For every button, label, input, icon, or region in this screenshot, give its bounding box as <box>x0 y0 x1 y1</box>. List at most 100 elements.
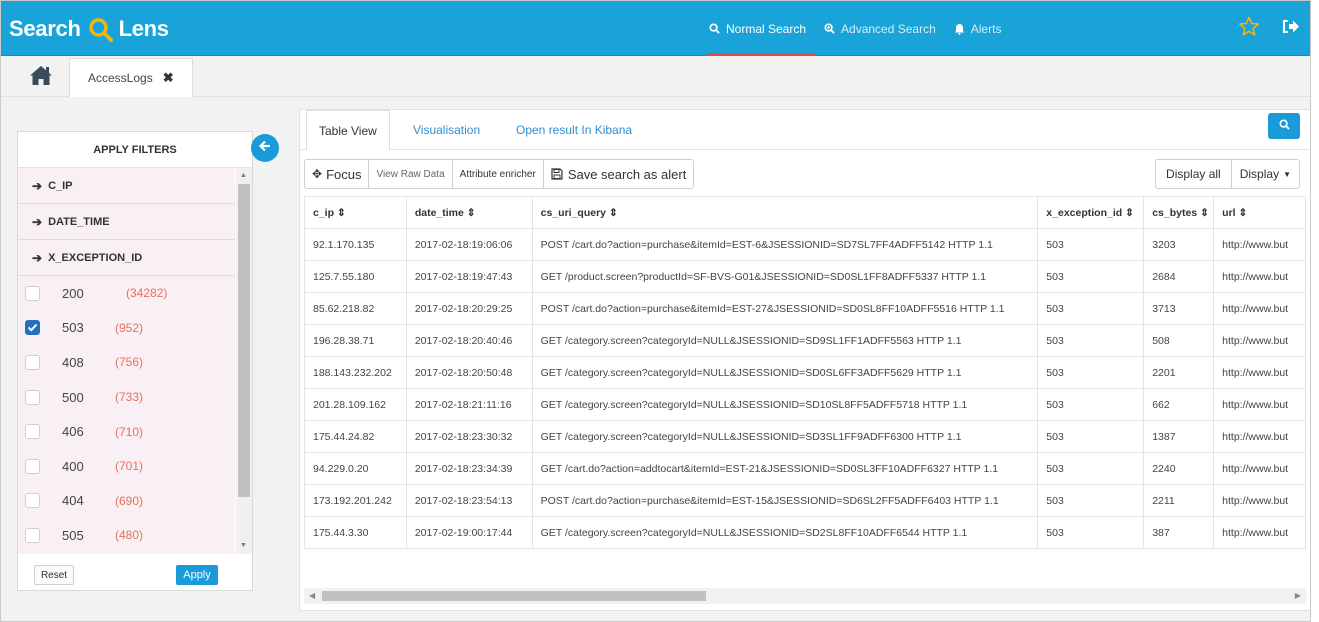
option-count: (756) <box>115 355 144 370</box>
scroll-right-icon[interactable]: ▶ <box>1295 591 1301 600</box>
magnifier-logo-icon <box>88 17 113 42</box>
filter-option[interactable]: 500 (733) <box>18 380 235 415</box>
filter-scrollbar[interactable]: ▲ ▼ <box>236 168 252 554</box>
column-header[interactable]: cs_bytes ⇕ <box>1143 196 1215 229</box>
tab-visualisation[interactable]: Visualisation <box>413 110 480 150</box>
option-count: (952) <box>115 320 144 335</box>
scrollbar-thumb[interactable] <box>238 184 250 497</box>
option-code: 503 <box>62 320 84 336</box>
nav-advanced-search[interactable]: Advanced Search <box>824 1 936 56</box>
logo[interactable]: Search Lens <box>9 14 169 44</box>
sort-icon: ⇕ <box>1200 206 1209 219</box>
tab-open-kibana[interactable]: Open result In Kibana <box>516 110 632 150</box>
table-cell: 662 <box>1143 388 1215 421</box>
column-header[interactable]: date_time ⇕ <box>405 196 533 229</box>
table-row[interactable]: 201.28.109.162 2017-02-18:21:11:16 GET /ca… <box>304 388 1306 421</box>
sort-icon: ⇕ <box>608 206 618 219</box>
facet-x-exception-id[interactable]: ➔ X_EXCEPTION_ID <box>18 240 235 276</box>
facet-c-ip[interactable]: ➔ C_IP <box>18 168 235 204</box>
nav-normal-search[interactable]: Normal Search <box>706 1 817 56</box>
tab-table-view[interactable]: Table View <box>306 110 390 151</box>
sort-icon: ⇕ <box>466 206 476 219</box>
scroll-up-icon[interactable]: ▲ <box>240 172 247 179</box>
column-header[interactable]: url ⇕ <box>1213 196 1306 229</box>
table-header-row: c_ip ⇕ date_time ⇕ cs_uri_query ⇕ x_exce… <box>304 196 1306 229</box>
results-tabs: Table View Visualisation Open result In … <box>300 110 1310 151</box>
filter-option[interactable]: 400 (701) <box>18 449 235 484</box>
close-icon[interactable]: ✖ <box>163 70 174 86</box>
table-cell: 2201 <box>1143 356 1215 389</box>
floppy-disk-icon <box>551 168 563 180</box>
sign-out-icon[interactable] <box>1282 18 1300 40</box>
filter-option[interactable]: 200 (34282) <box>18 276 235 311</box>
filter-footer: Reset Apply <box>18 554 252 590</box>
checkbox[interactable] <box>25 354 40 370</box>
table-cell: 2017-02-18:20:29:25 <box>405 292 533 325</box>
reset-button[interactable]: Reset <box>34 565 74 585</box>
scroll-left-icon[interactable]: ◀ <box>309 591 315 600</box>
option-count: (690) <box>115 493 144 508</box>
column-header[interactable]: cs_uri_query ⇕ <box>531 196 1039 229</box>
filter-option[interactable]: 503 (952) <box>18 311 235 346</box>
collapse-filters-button[interactable] <box>251 134 279 162</box>
scrollbar-thumb[interactable] <box>322 591 706 601</box>
table-row[interactable]: 196.28.38.71 2017-02-18:20:40:46 GET /cate… <box>304 324 1306 357</box>
focus-button[interactable]: ✥ Focus <box>304 159 370 189</box>
facet-label: DATE_TIME <box>48 215 110 228</box>
table-cell: 94.229.0.20 <box>304 452 407 485</box>
column-header[interactable]: c_ip ⇕ <box>304 196 407 229</box>
table-cell: 2017-02-18:21:11:16 <box>405 388 533 421</box>
table-cell: 2017-02-18:23:54:13 <box>405 484 533 517</box>
column-header-label: x_exception_id <box>1046 206 1123 219</box>
view-raw-data-button[interactable]: View Raw Data <box>368 159 453 189</box>
filter-option[interactable]: 406 (710) <box>18 414 235 449</box>
top-right-actions <box>1238 16 1300 42</box>
table-row[interactable]: 175.44.24.82 2017-02-18:23:30:32 GET /cate… <box>304 420 1306 453</box>
tab-accesslogs[interactable]: AccessLogs ✖ <box>69 58 193 97</box>
facet-date-time[interactable]: ➔ DATE_TIME <box>18 204 235 240</box>
scroll-down-icon[interactable]: ▼ <box>240 542 247 549</box>
option-code: 200 <box>62 285 84 301</box>
checkbox[interactable] <box>25 458 40 474</box>
table-cell: 2017-02-18:20:50:48 <box>405 356 533 389</box>
table-cell: 3203 <box>1143 228 1215 261</box>
checkbox[interactable] <box>25 424 40 440</box>
table-cell: 503 <box>1037 452 1145 485</box>
home-icon[interactable] <box>29 65 53 91</box>
display-dropdown[interactable]: Display ▼ <box>1230 159 1300 189</box>
search-plus-icon <box>824 23 835 34</box>
table-cell: POST /cart.do?action=purchase&itemId=EST… <box>531 484 1039 517</box>
search-button[interactable] <box>1268 113 1300 139</box>
table-row[interactable]: 94.229.0.20 2017-02-18:23:34:39 GET /cart.… <box>304 452 1306 485</box>
attribute-enricher-button[interactable]: Attribute enricher <box>451 159 544 189</box>
checkbox[interactable] <box>25 493 40 509</box>
table-cell: 503 <box>1037 324 1145 357</box>
checkbox-checked[interactable] <box>25 320 40 336</box>
checkbox[interactable] <box>25 389 40 405</box>
checkbox[interactable] <box>25 285 40 301</box>
table-cell: 196.28.38.71 <box>304 324 407 357</box>
table-row[interactable]: 85.62.218.82 2017-02-18:20:29:25 POST /car… <box>304 292 1306 325</box>
nav-alerts[interactable]: Alerts <box>954 1 1001 56</box>
option-code: 500 <box>62 389 84 405</box>
filter-option[interactable]: 408 (756) <box>18 345 235 380</box>
filter-option[interactable]: 404 (690) <box>18 484 235 519</box>
table-row[interactable]: 125.7.55.180 2017-02-18:19:47:43 GET /prod… <box>304 260 1306 293</box>
star-icon[interactable] <box>1238 16 1260 42</box>
table-cell: 173.192.201.242 <box>304 484 407 517</box>
apply-button[interactable]: Apply <box>176 565 218 585</box>
table-row[interactable]: 92.1.170.135 2017-02-18:19:06:06 POST /car… <box>304 228 1306 261</box>
table-horizontal-scrollbar[interactable]: ◀ ▶ <box>304 588 1306 604</box>
table-row[interactable]: 175.44.3.30 2017-02-19:00:17:44 GET /categ… <box>304 516 1306 549</box>
table-row[interactable]: 188.143.232.202 2017-02-18:20:50:48 GET /c… <box>304 356 1306 389</box>
save-search-alert-button[interactable]: Save search as alert <box>542 159 695 189</box>
filter-list: ➔ C_IP ➔ DATE_TIME ➔ X_EXCEPTION_ID 200 … <box>18 168 235 554</box>
table-cell: 3713 <box>1143 292 1215 325</box>
arrow-left-icon <box>258 139 271 157</box>
column-header[interactable]: x_exception_id ⇕ <box>1037 196 1145 229</box>
filter-option[interactable]: 505 (480) <box>18 518 235 553</box>
checkbox[interactable] <box>25 527 40 543</box>
table-cell: 503 <box>1037 260 1145 293</box>
table-row[interactable]: 173.192.201.242 2017-02-18:23:54:13 POST /… <box>304 484 1306 517</box>
display-all-button[interactable]: Display all <box>1155 159 1232 189</box>
